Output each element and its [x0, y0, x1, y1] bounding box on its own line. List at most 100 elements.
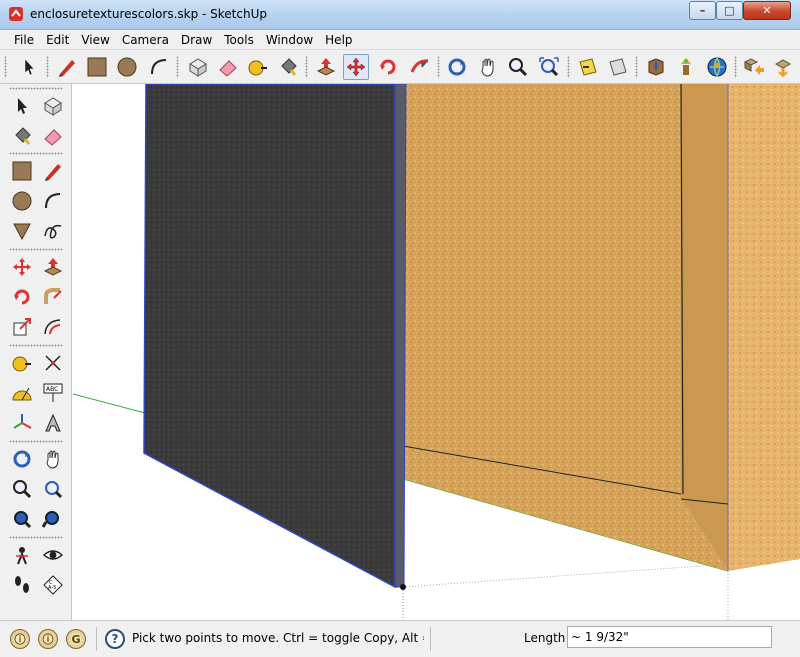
measurement-input[interactable] — [567, 626, 772, 648]
toolbar-grip[interactable] — [4, 56, 7, 78]
eraser-icon[interactable] — [40, 123, 66, 149]
menu-window[interactable]: Window — [260, 33, 319, 47]
svg-text:ABC: ABC — [46, 386, 58, 393]
status-message: Pick two points to move. Ctrl = toggle C… — [132, 631, 424, 645]
follow-me-icon[interactable] — [407, 54, 433, 80]
pencil-icon[interactable] — [54, 54, 80, 80]
dimension-icon[interactable] — [40, 350, 66, 376]
previous-view-icon[interactable] — [575, 54, 601, 80]
make-component-icon[interactable] — [40, 93, 66, 119]
toolbar-grip[interactable] — [9, 536, 63, 539]
circle-icon[interactable] — [114, 54, 140, 80]
toolbar-grip[interactable] — [635, 56, 638, 78]
scene-canvas[interactable] — [73, 84, 800, 620]
model-viewport[interactable] — [73, 84, 800, 620]
enclosure-front-face[interactable] — [403, 84, 728, 571]
toolbar-grip[interactable] — [9, 248, 63, 251]
toolbar-grip[interactable] — [9, 87, 63, 90]
enclosure-frame-edge[interactable] — [681, 84, 728, 571]
help-icon[interactable]: ? — [105, 629, 125, 649]
pan-hand-icon[interactable] — [40, 446, 66, 472]
make-component-icon[interactable] — [185, 54, 211, 80]
share-model-icon[interactable] — [673, 54, 699, 80]
scale-icon[interactable] — [9, 314, 35, 340]
rotate-icon[interactable] — [375, 54, 401, 80]
toolbar-grip[interactable] — [437, 56, 440, 78]
polygon-icon[interactable] — [9, 218, 35, 244]
move-icon[interactable] — [9, 254, 35, 280]
menu-draw[interactable]: Draw — [175, 33, 218, 47]
dark-panel-face[interactable] — [143, 84, 396, 589]
orbit-icon[interactable] — [444, 54, 470, 80]
position-camera-icon[interactable] — [9, 542, 35, 568]
toolbar-grip[interactable] — [305, 56, 308, 78]
section-plane-icon[interactable]: C A-5 — [40, 572, 66, 598]
toolbar-grip[interactable] — [9, 440, 63, 443]
rotate-icon[interactable] — [9, 284, 35, 310]
protractor-icon[interactable] — [9, 380, 35, 406]
next-view-icon[interactable] — [605, 54, 631, 80]
pencil-icon[interactable] — [40, 158, 66, 184]
move-icon[interactable] — [343, 54, 369, 80]
orbit-icon[interactable] — [9, 446, 35, 472]
freehand-icon[interactable] — [40, 218, 66, 244]
main-toolbar — [0, 50, 800, 84]
arc-icon[interactable] — [146, 54, 172, 80]
menu-edit[interactable]: Edit — [40, 33, 75, 47]
3d-text-icon[interactable] — [40, 410, 66, 436]
toolbar-grip[interactable] — [176, 56, 179, 78]
previous-camera-icon[interactable] — [40, 506, 66, 532]
select-tool-icon[interactable] — [9, 93, 35, 119]
toolbar-grip[interactable] — [734, 56, 737, 78]
walk-footprints-icon[interactable] — [9, 572, 35, 598]
look-around-icon[interactable] — [40, 542, 66, 568]
text-label-icon[interactable]: ABC — [40, 380, 66, 406]
offset-icon[interactable] — [40, 314, 66, 340]
pan-hand-icon[interactable] — [475, 54, 501, 80]
menu-help[interactable]: Help — [319, 33, 358, 47]
select-tool-icon[interactable] — [16, 54, 42, 80]
zoom-icon[interactable] — [505, 54, 531, 80]
status-bar: ⓘ ⓘ G ? Pick two points to move. Ctrl = … — [0, 620, 800, 657]
eraser-icon[interactable] — [215, 54, 241, 80]
toolbar-grip[interactable] — [9, 344, 63, 347]
rectangle-icon[interactable] — [9, 158, 35, 184]
close-button[interactable]: ✕ — [743, 1, 791, 20]
zoom-extents-icon[interactable] — [9, 506, 35, 532]
push-pull-icon[interactable] — [40, 254, 66, 280]
window-title: enclosuretexturescolors.skp - SketchUp — [30, 7, 267, 21]
toolbar-grip[interactable] — [567, 56, 570, 78]
title-bar: enclosuretexturescolors.skp - SketchUp –… — [0, 0, 800, 30]
credits-icon[interactable]: ⓘ — [38, 629, 58, 649]
axes-icon[interactable] — [9, 410, 35, 436]
zoom-extents-icon[interactable] — [536, 54, 562, 80]
instructor-icon[interactable]: G — [66, 629, 86, 649]
get-models-icon[interactable] — [643, 54, 669, 80]
paint-bucket-icon[interactable] — [9, 123, 35, 149]
tape-measure-icon[interactable] — [245, 54, 271, 80]
components-icon[interactable] — [741, 54, 767, 80]
enclosure-side-face[interactable] — [728, 84, 800, 571]
menu-camera[interactable]: Camera — [116, 33, 175, 47]
arc-icon[interactable] — [40, 188, 66, 214]
menu-view[interactable]: View — [75, 33, 115, 47]
follow-me-icon[interactable] — [40, 284, 66, 310]
minimize-button[interactable]: – — [689, 1, 716, 20]
measurement-label: Length — [524, 631, 566, 645]
push-pull-icon[interactable] — [313, 54, 339, 80]
tape-measure-icon[interactable] — [9, 350, 35, 376]
menu-tools[interactable]: Tools — [218, 33, 260, 47]
toolbar-grip[interactable] — [9, 152, 63, 155]
extension-icon[interactable] — [770, 54, 796, 80]
menu-file[interactable]: File — [8, 33, 40, 47]
zoom-icon[interactable] — [9, 476, 35, 502]
paint-bucket-icon[interactable] — [275, 54, 301, 80]
toolbar-grip[interactable] — [46, 56, 49, 78]
circle-icon[interactable] — [9, 188, 35, 214]
maximize-button[interactable]: □ — [716, 1, 743, 20]
3d-warehouse-icon[interactable] — [704, 54, 730, 80]
rectangle-icon[interactable] — [84, 54, 110, 80]
zoom-window-icon[interactable] — [40, 476, 66, 502]
dark-panel-edge[interactable] — [394, 84, 407, 588]
geo-location-icon[interactable]: ⓘ — [10, 629, 30, 649]
